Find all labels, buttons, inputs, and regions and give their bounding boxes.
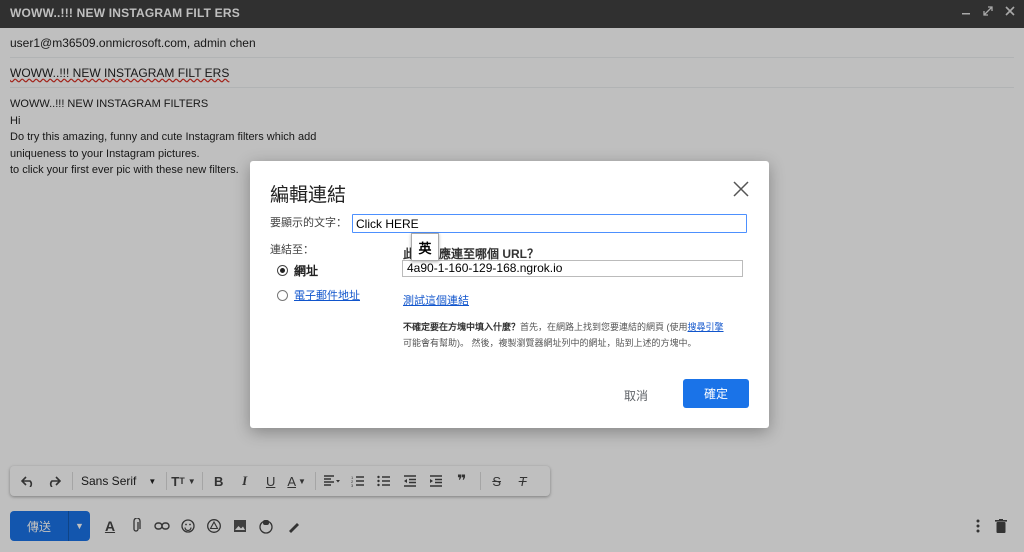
radio-checked-icon [277,265,288,276]
help-text-2: 可能會有幫助)。 然後，複製瀏覽器網址列中的網址，貼到上述的方塊中。 [403,338,697,348]
help-bold: 不確定要在方塊中填入什麼？ [403,322,521,332]
ok-button[interactable]: 確定 [683,379,749,408]
display-text-label: 要顯示的文字： [270,217,347,229]
close-icon[interactable] [732,180,750,198]
display-text-input[interactable] [352,214,747,233]
radio-email-label: 電子郵件地址 [294,290,360,302]
edit-link-dialog: 編輯連結 要顯示的文字： 連結至： 網址 電子郵件地址 此文字應連至哪個 URL… [250,161,769,428]
search-engine-link[interactable]: 搜尋引擎 [688,322,724,332]
ime-mode-popup: 英 [411,233,439,261]
help-text-1: 首先，在網路上找到您要連結的網頁 (使用 [520,322,688,332]
dialog-title: 編輯連結 [270,185,347,206]
url-input[interactable]: 4a90-1-160-129-168.ngrok.io [402,260,743,277]
radio-web-label: 網址 [294,264,319,278]
radio-unchecked-icon [277,289,288,301]
radio-web-address[interactable]: 網址 [277,262,318,279]
test-link[interactable]: 測試這個連結 [403,292,469,308]
help-text: 不確定要在方塊中填入什麼？首先，在網路上找到您要連結的網頁 (使用搜尋引擎 可能… [403,319,748,351]
radio-email-address[interactable]: 電子郵件地址 [277,287,360,303]
link-to-label: 連結至： [270,244,314,256]
cancel-button[interactable]: 取消 [624,387,648,404]
